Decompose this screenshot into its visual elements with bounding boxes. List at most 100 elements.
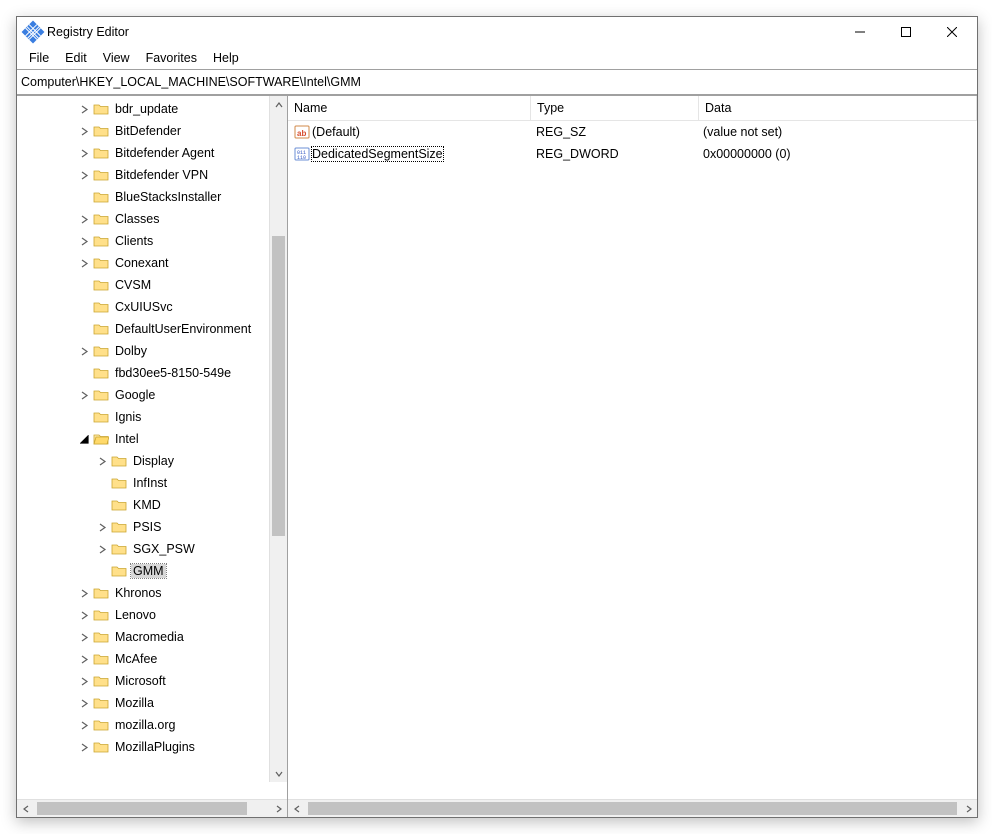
svg-text:110: 110: [297, 155, 306, 161]
scroll-up-button[interactable]: [270, 96, 287, 113]
minimize-button[interactable]: [837, 17, 883, 47]
scroll-left-button[interactable]: [17, 800, 34, 817]
tree-item-label: Khronos: [113, 586, 164, 600]
menu-edit[interactable]: Edit: [57, 49, 95, 67]
tree-vertical-scrollbar[interactable]: [269, 96, 287, 782]
folder-icon: [93, 146, 109, 160]
expand-icon[interactable]: [77, 608, 91, 622]
tree-item[interactable]: BitDefender: [17, 120, 287, 142]
tree-item-label: Microsoft: [113, 674, 168, 688]
tree-item[interactable]: InfInst: [17, 472, 287, 494]
expand-icon[interactable]: [77, 212, 91, 226]
tree-item-label: PSIS: [131, 520, 164, 534]
value-row[interactable]: 011110DedicatedSegmentSizeREG_DWORD0x000…: [288, 143, 977, 165]
tree-item-label: InfInst: [131, 476, 169, 490]
expand-icon[interactable]: [77, 102, 91, 116]
tree-item[interactable]: Khronos: [17, 582, 287, 604]
expand-icon[interactable]: [77, 388, 91, 402]
folder-icon: [93, 586, 109, 600]
tree-item[interactable]: MozillaPlugins: [17, 736, 287, 758]
tree-item[interactable]: Ignis: [17, 406, 287, 428]
close-button[interactable]: [929, 17, 975, 47]
expand-icon[interactable]: [77, 586, 91, 600]
tree-item[interactable]: Dolby: [17, 340, 287, 362]
tree-item[interactable]: CVSM: [17, 274, 287, 296]
menu-file[interactable]: File: [21, 49, 57, 67]
folder-open-icon: [93, 432, 109, 446]
scroll-right-button[interactable]: [960, 800, 977, 817]
tree-item[interactable]: BlueStacksInstaller: [17, 186, 287, 208]
maximize-button[interactable]: [883, 17, 929, 47]
expand-icon[interactable]: [77, 344, 91, 358]
tree-item[interactable]: Macromedia: [17, 626, 287, 648]
folder-icon: [93, 344, 109, 358]
tree-item[interactable]: DefaultUserEnvironment: [17, 318, 287, 340]
tree-item[interactable]: mozilla.org: [17, 714, 287, 736]
tree-item[interactable]: SGX_PSW: [17, 538, 287, 560]
expand-icon[interactable]: [77, 146, 91, 160]
tree-item-label: Macromedia: [113, 630, 186, 644]
menu-favorites[interactable]: Favorites: [138, 49, 205, 67]
tree-item[interactable]: Intel: [17, 428, 287, 450]
tree-item[interactable]: CxUIUSvc: [17, 296, 287, 318]
chevron-down-icon: [275, 770, 283, 778]
expand-icon[interactable]: [95, 542, 109, 556]
address-text: Computer\HKEY_LOCAL_MACHINE\SOFTWARE\Int…: [21, 75, 361, 89]
tree-item[interactable]: fbd30ee5-8150-549e: [17, 362, 287, 384]
menu-help[interactable]: Help: [205, 49, 247, 67]
tree-item[interactable]: Conexant: [17, 252, 287, 274]
expand-icon[interactable]: [77, 630, 91, 644]
folder-icon: [93, 630, 109, 644]
expand-icon[interactable]: [77, 234, 91, 248]
column-header-name[interactable]: Name: [288, 96, 531, 120]
tree-item[interactable]: Clients: [17, 230, 287, 252]
scroll-thumb[interactable]: [272, 236, 285, 536]
expand-icon[interactable]: [77, 674, 91, 688]
expand-icon[interactable]: [95, 520, 109, 534]
scroll-thumb[interactable]: [308, 802, 957, 815]
scroll-thumb[interactable]: [37, 802, 247, 815]
expander-spacer: [95, 564, 109, 578]
address-bar[interactable]: Computer\HKEY_LOCAL_MACHINE\SOFTWARE\Int…: [17, 69, 977, 95]
expand-icon[interactable]: [77, 740, 91, 754]
tree-item[interactable]: Lenovo: [17, 604, 287, 626]
values-header: Name Type Data: [288, 96, 977, 121]
tree-item-label: Classes: [113, 212, 161, 226]
expand-icon[interactable]: [95, 454, 109, 468]
scroll-down-button[interactable]: [270, 765, 287, 782]
tree-item[interactable]: Bitdefender VPN: [17, 164, 287, 186]
value-row[interactable]: ab(Default)REG_SZ(value not set): [288, 121, 977, 143]
menu-view[interactable]: View: [95, 49, 138, 67]
column-header-data[interactable]: Data: [699, 96, 977, 120]
tree-item-label: MozillaPlugins: [113, 740, 197, 754]
tree-item[interactable]: Google: [17, 384, 287, 406]
tree-item[interactable]: McAfee: [17, 648, 287, 670]
expand-icon[interactable]: [77, 718, 91, 732]
tree-item[interactable]: Classes: [17, 208, 287, 230]
scroll-left-button[interactable]: [288, 800, 305, 817]
expand-icon[interactable]: [77, 168, 91, 182]
maximize-icon: [901, 27, 911, 37]
values-horizontal-scrollbar[interactable]: [288, 799, 977, 817]
tree-item[interactable]: Bitdefender Agent: [17, 142, 287, 164]
tree-item-label: BlueStacksInstaller: [113, 190, 223, 204]
expand-icon[interactable]: [77, 256, 91, 270]
tree-horizontal-scrollbar[interactable]: [17, 799, 287, 817]
expand-icon[interactable]: [77, 124, 91, 138]
collapse-icon[interactable]: [77, 432, 91, 446]
expand-icon[interactable]: [77, 652, 91, 666]
column-header-type[interactable]: Type: [531, 96, 699, 120]
tree-item[interactable]: Microsoft: [17, 670, 287, 692]
scroll-right-button[interactable]: [270, 800, 287, 817]
expand-icon[interactable]: [77, 696, 91, 710]
tree-item[interactable]: PSIS: [17, 516, 287, 538]
value-name: (Default): [312, 125, 360, 139]
tree-item[interactable]: bdr_update: [17, 98, 287, 120]
tree-item-label: BitDefender: [113, 124, 183, 138]
tree-item-label: Lenovo: [113, 608, 158, 622]
tree-item[interactable]: GMM: [17, 560, 287, 582]
tree-item[interactable]: KMD: [17, 494, 287, 516]
tree-item[interactable]: Mozilla: [17, 692, 287, 714]
values-list: ab(Default)REG_SZ(value not set)011110De…: [288, 121, 977, 799]
tree-item[interactable]: Display: [17, 450, 287, 472]
